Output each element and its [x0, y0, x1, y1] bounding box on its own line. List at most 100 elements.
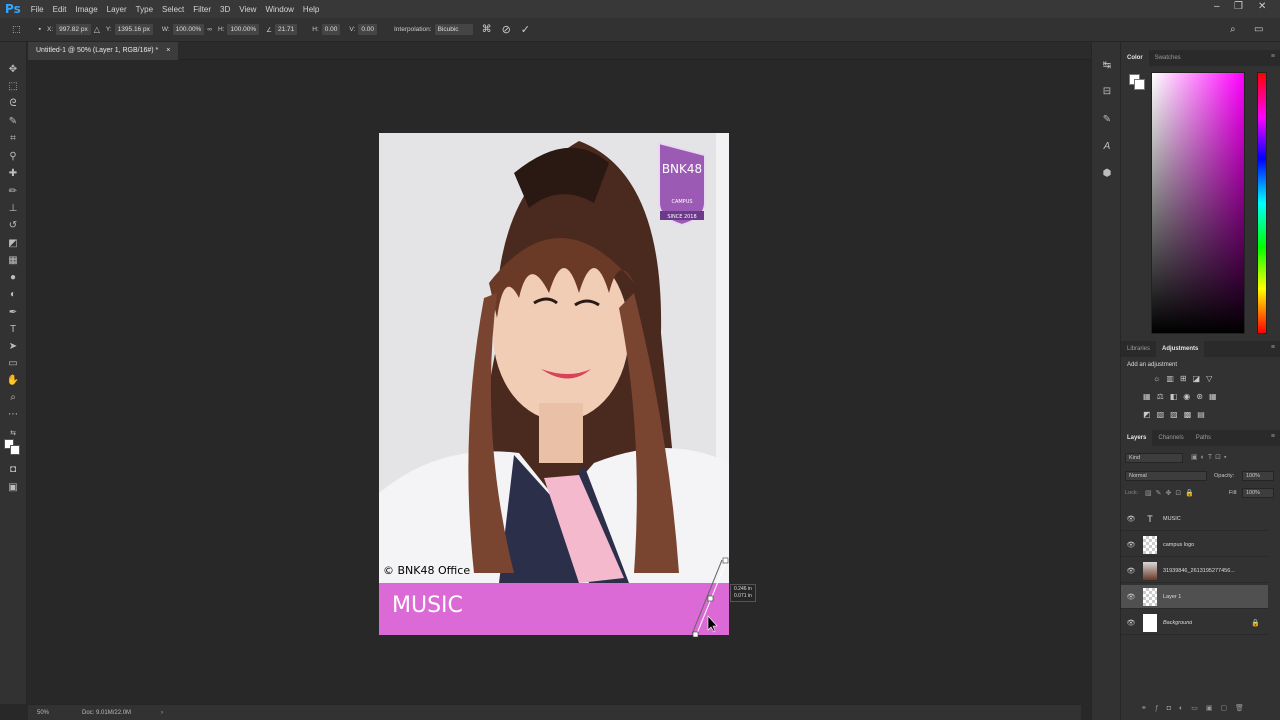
layer-row-photo[interactable]: 👁 31939846_2613195277456...: [1121, 559, 1268, 583]
transform-tool-icon[interactable]: ⬚: [12, 24, 21, 35]
menu-image[interactable]: Image: [75, 5, 97, 14]
reference-point-icon[interactable]: ▪: [39, 26, 41, 33]
layer-row-background[interactable]: 👁 Background 🔒: [1121, 611, 1268, 635]
tab-layers[interactable]: Layers: [1121, 430, 1153, 446]
lock-icons[interactable]: ▧✎✥⊡🔒: [1145, 489, 1198, 497]
visibility-eye-icon[interactable]: 👁: [1121, 567, 1141, 575]
quick-select-tool-icon[interactable]: ✎: [6, 114, 20, 128]
move-tool-icon[interactable]: ✥: [6, 62, 20, 76]
color-panel-menu-icon[interactable]: ≡: [1271, 53, 1275, 60]
color-field[interactable]: [1151, 72, 1245, 334]
visibility-eye-icon[interactable]: 👁: [1121, 619, 1141, 627]
cancel-transform-icon[interactable]: ⊘: [502, 23, 511, 36]
minimize-button[interactable]: –: [1214, 1, 1220, 12]
character-panel-icon[interactable]: A: [1100, 139, 1114, 153]
gradient-map-icon[interactable]: ▩: [1184, 410, 1192, 419]
type-tool-icon[interactable]: T: [6, 322, 20, 336]
black-white-icon[interactable]: ◧: [1170, 392, 1178, 401]
document-tab[interactable]: Untitled-1 @ 50% (Layer 1, RGB/16#) * ×: [28, 42, 179, 60]
relative-position-icon[interactable]: △: [94, 25, 100, 34]
hand-tool-icon[interactable]: ✋: [6, 373, 20, 387]
eyedropper-tool-icon[interactable]: ⚲: [6, 149, 20, 163]
bg-color-chip[interactable]: [1134, 79, 1145, 90]
blend-mode-select[interactable]: Normal: [1125, 471, 1207, 481]
tab-adjustments[interactable]: Adjustments: [1156, 341, 1205, 357]
y-position-field[interactable]: 1395.16 px: [114, 24, 153, 35]
threshold-icon[interactable]: ▨: [1170, 410, 1178, 419]
visibility-eye-icon[interactable]: 👁: [1121, 593, 1141, 601]
width-field[interactable]: 100.00%: [172, 24, 205, 35]
background-color-swatch[interactable]: [10, 445, 20, 455]
vertical-skew-field[interactable]: 0.00: [358, 24, 377, 35]
lasso-tool-icon[interactable]: ᘓ: [6, 96, 20, 110]
default-colors-icon[interactable]: ⇆: [6, 426, 20, 440]
posterize-icon[interactable]: ▧: [1157, 410, 1165, 419]
tab-color[interactable]: Color: [1121, 50, 1149, 66]
menu-view[interactable]: View: [239, 5, 256, 14]
crop-tool-icon[interactable]: ⌗: [6, 131, 20, 145]
history-brush-tool-icon[interactable]: ↺: [6, 218, 20, 232]
properties-panel-icon[interactable]: ⊟: [1100, 84, 1114, 98]
brush-tool-icon[interactable]: ✏: [6, 184, 20, 198]
tab-channels[interactable]: Channels: [1152, 430, 1189, 446]
color-lookup-icon[interactable]: ▦: [1209, 392, 1217, 401]
menu-layer[interactable]: Layer: [107, 5, 127, 14]
gradient-tool-icon[interactable]: ▦: [6, 253, 20, 267]
search-icon[interactable]: ⌕: [1230, 24, 1236, 35]
tab-libraries[interactable]: Libraries: [1121, 341, 1156, 357]
close-window-button[interactable]: ✕: [1258, 1, 1266, 12]
channel-mixer-icon[interactable]: ⊛: [1196, 392, 1203, 401]
tab-paths[interactable]: Paths: [1190, 430, 1217, 446]
warp-icon[interactable]: ⌘: [482, 24, 492, 35]
menu-window[interactable]: Window: [265, 5, 293, 14]
history-panel-icon[interactable]: ↹: [1100, 58, 1114, 72]
menu-3d[interactable]: 3D: [220, 5, 230, 14]
brightness-icon[interactable]: ☼: [1153, 374, 1160, 383]
opacity-field[interactable]: 100%: [1242, 471, 1274, 481]
layer-row-campus-logo[interactable]: 👁 campus logo: [1121, 533, 1268, 557]
path-selection-tool-icon[interactable]: ➤: [6, 339, 20, 353]
menu-file[interactable]: File: [31, 5, 44, 14]
x-position-field[interactable]: 997.82 px: [56, 24, 91, 35]
workspace-icon[interactable]: ▭: [1254, 24, 1263, 35]
invert-icon[interactable]: ◩: [1143, 410, 1151, 419]
layer-row-music[interactable]: 👁 T MUSIC: [1121, 507, 1268, 531]
levels-icon[interactable]: ▥: [1166, 374, 1174, 383]
zoom-tool-icon[interactable]: ⌕: [6, 390, 20, 404]
screen-mode-icon[interactable]: ▣: [6, 480, 20, 494]
commit-transform-icon[interactable]: ✓: [521, 23, 530, 36]
zoom-level[interactable]: 50%: [37, 710, 49, 716]
close-tab-icon[interactable]: ×: [166, 47, 170, 54]
photo-filter-icon[interactable]: ◉: [1183, 392, 1190, 401]
link-icon[interactable]: ∞: [207, 26, 212, 33]
interpolation-select[interactable]: Bicubic: [434, 24, 473, 35]
menu-filter[interactable]: Filter: [193, 5, 211, 14]
height-field[interactable]: 100.00%: [227, 24, 260, 35]
eraser-tool-icon[interactable]: ◩: [6, 236, 20, 250]
curves-icon[interactable]: ⊞: [1180, 374, 1187, 383]
healing-brush-tool-icon[interactable]: ✚: [6, 166, 20, 180]
layer-row-layer-1[interactable]: 👁 Layer 1: [1121, 585, 1268, 609]
visibility-eye-icon[interactable]: 👁: [1121, 515, 1141, 523]
quick-mask-icon[interactable]: ◘: [6, 462, 20, 476]
menu-edit[interactable]: Edit: [53, 5, 67, 14]
selective-color-icon[interactable]: ▤: [1197, 410, 1205, 419]
adjust-panel-menu-icon[interactable]: ≡: [1271, 344, 1275, 351]
hue-slider[interactable]: [1257, 72, 1267, 334]
brush-settings-icon[interactable]: ✎: [1100, 112, 1114, 126]
menu-help[interactable]: Help: [303, 5, 319, 14]
horizontal-skew-field[interactable]: 0.00: [321, 24, 341, 35]
clone-stamp-tool-icon[interactable]: ⊥: [6, 201, 20, 215]
menu-select[interactable]: Select: [162, 5, 184, 14]
marquee-tool-icon[interactable]: ⬚: [6, 79, 20, 93]
menu-type[interactable]: Type: [136, 5, 153, 14]
rectangle-tool-icon[interactable]: ▭: [6, 356, 20, 370]
color-balance-icon[interactable]: ⚖: [1157, 392, 1164, 401]
exposure-icon[interactable]: ◪: [1193, 374, 1201, 383]
3d-panel-icon[interactable]: ⬢: [1100, 166, 1114, 180]
layers-footer-icons[interactable]: ⚭ƒ◘◐▭▣▢🗑: [1141, 704, 1252, 712]
hue-saturation-icon[interactable]: ▦: [1143, 392, 1151, 401]
layer-filter-kind[interactable]: Kind: [1125, 453, 1183, 463]
visibility-eye-icon[interactable]: 👁: [1121, 541, 1141, 549]
status-arrow-icon[interactable]: ›: [161, 710, 163, 716]
